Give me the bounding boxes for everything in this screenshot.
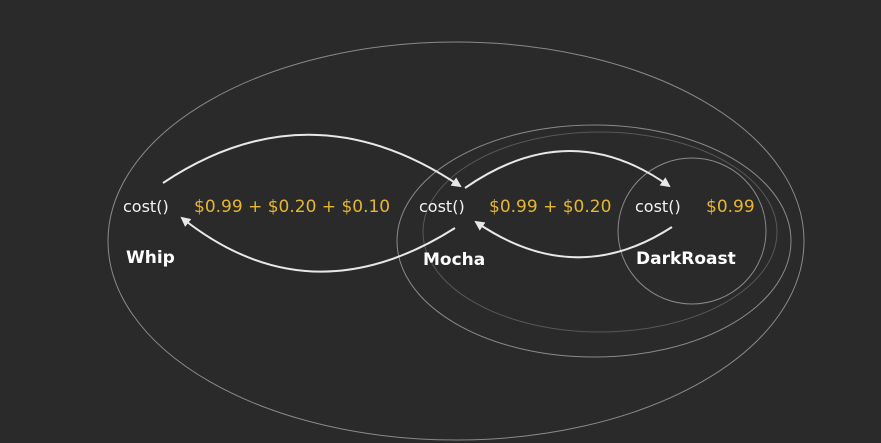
call-arrow-mocha-to-darkroast — [464, 150, 671, 189]
mocha-wrapper-ring — [396, 124, 792, 358]
whip-wrapper-ring — [107, 41, 805, 441]
call-arrow-whip-to-mocha — [162, 133, 462, 188]
decorator-diagram — [107, 41, 805, 441]
darkroast-label: DarkRoast — [636, 249, 736, 269]
darkroast-method: cost() — [635, 197, 681, 216]
mocha-inner-ring — [422, 131, 778, 333]
mocha-label: Mocha — [423, 250, 486, 270]
whip-method: cost() — [123, 197, 169, 216]
return-arrow-mocha-to-whip — [180, 216, 456, 273]
whip-price: $0.99 + $0.20 + $0.10 — [194, 197, 391, 217]
mocha-method: cost() — [419, 197, 465, 216]
mocha-price: $0.99 + $0.20 — [489, 197, 612, 217]
darkroast-price: $0.99 — [706, 197, 755, 217]
whip-label: Whip — [126, 248, 175, 268]
darkroast-ring — [617, 157, 767, 305]
